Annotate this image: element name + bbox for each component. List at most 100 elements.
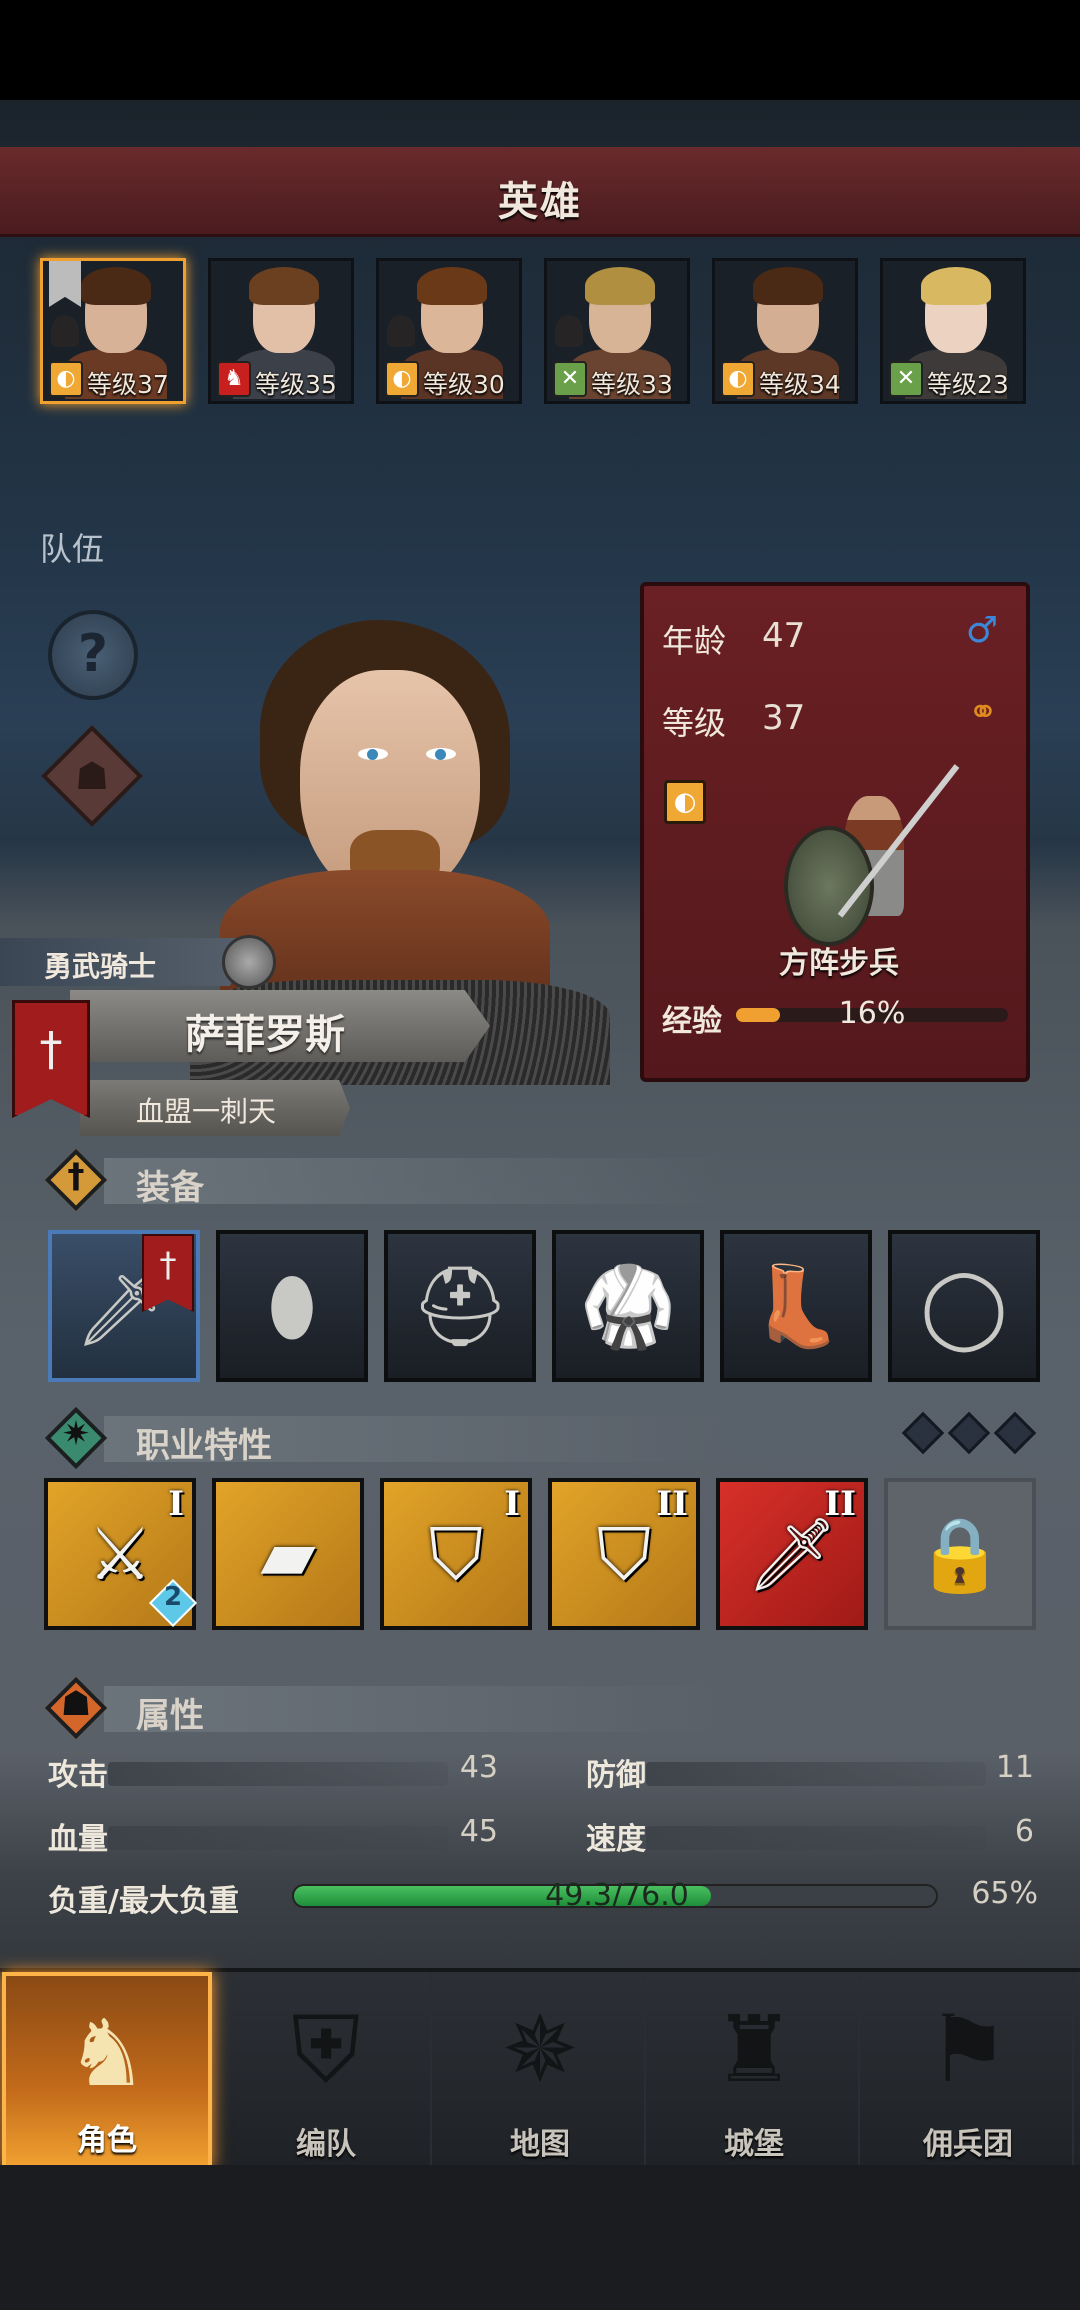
trait-rank: II [656,1484,688,1524]
nav-label: 佣兵团 [923,2127,1013,2162]
hero-title: 勇武骑士 [44,950,157,983]
lock-icon: 🔒 [915,1512,1005,1596]
hero-level: 等级30 [423,370,505,399]
equipment-section-header: † 装备 [44,1148,1044,1212]
guild-banner[interactable]: 血盟一刺天 [80,1080,350,1136]
unit-figure [774,764,974,946]
team-label: 队伍 [40,530,105,568]
shield-icon: ⬮ [267,1262,317,1352]
equipment-slot-shield[interactable]: ⬮ [216,1230,368,1382]
attributes-section-header: ☗ 属性 [44,1676,1044,1740]
hero-card[interactable]: ◐ 等级30 [376,258,522,404]
squad-icon [555,315,583,347]
equipment-slot-helmet[interactable]: ⛑ [384,1230,536,1382]
trait-rank: I [168,1484,184,1524]
nav-label: 地图 [510,2127,570,2162]
nav-icon: ♜ [712,1996,796,2103]
trait-slot-blade[interactable]: ▰ [212,1478,364,1630]
attack-row: 攻击 43 [48,1750,498,1793]
nav-icon: ♞ [65,2000,149,2107]
nav-item-0[interactable]: ♞ 角色 [2,1972,212,2169]
exp-label: 经验 [662,1004,722,1039]
trait-slot-shield-arrow[interactable]: ⛉ I [380,1478,532,1630]
character-icon: ☗ [74,754,110,798]
exp-percent: 16% [838,996,906,1031]
equipment-slot-boots[interactable]: 👢 [720,1230,872,1382]
equipment-slot-sword[interactable]: 🗡 † [48,1230,200,1382]
ring-icon: ◯ [920,1262,1008,1352]
help-button[interactable]: ? [48,610,138,700]
hero-name: 萨菲罗斯 [185,1012,345,1058]
nav-item-4[interactable]: ⚑ 佣兵团 [864,1972,1074,2169]
trait-points [892,1411,1037,1455]
page-title: 英雄 [498,179,582,225]
trait-slot-sword-cursor[interactable]: ⚔ I 2 [44,1478,198,1630]
nav-item-3[interactable]: ♜ 城堡 [650,1972,860,2169]
shield-arrow-icon: ⛉ [428,1512,483,1596]
equipment-slot-armor[interactable]: 🥋 [552,1230,704,1382]
shield-icon: ⛉ [596,1512,651,1596]
hero-level: 等级34 [759,370,841,399]
speed-label: 速度 [586,1822,646,1857]
shield-class-icon: ◐ [385,361,419,397]
trait-slots: ⚔ I 2 ▰ ⛉ I ⛉ II 🗡 II 🔒 [44,1478,1044,1630]
trait-point-icon [993,1411,1037,1455]
trait-point-icon [947,1411,991,1455]
hero-level: 等级37 [87,370,169,399]
hero-card[interactable]: ✕ 等级23 [880,258,1026,404]
armor-icon: 🥋 [579,1262,677,1352]
hero-roster: ◐ 等级37 ♞ 等级35 ◐ 等级30 ✕ 等级33 ◐ 等级34 ✕ 等级23 [40,258,1040,404]
age-value: 47 [762,616,806,656]
hp-label: 血量 [48,1822,108,1857]
speed-row: 速度 6 [586,1814,1034,1857]
bookmark-icon [49,261,81,307]
trait-point-icon [901,1411,945,1455]
header-banner: 英雄 [0,147,1080,237]
hero-title-banner: 勇武骑士 [0,938,250,986]
person-icon: ☗ [44,1676,108,1740]
trait-slot-shield[interactable]: ⛉ II [548,1478,700,1630]
squad-icon [387,315,415,347]
trait-rank: II [824,1484,856,1524]
age-label: 年龄 [662,622,727,660]
bow-class-icon: ✕ [553,361,587,397]
nav-label: 角色 [77,2123,137,2158]
cross-icon: † [44,1148,108,1212]
horse-class-icon: ♞ [217,361,251,397]
gem-count: 2 [163,1582,183,1612]
bottom-navigation: ♞ 角色 ⛨ 编队 ✵ 地图 ♜ 城堡 ⚑ 佣兵团 [0,1968,1080,2169]
defense-value: 11 [995,1750,1034,1785]
trait-slot-lock[interactable]: 🔒 [884,1478,1036,1630]
hp-row: 血量 45 [48,1814,498,1857]
hp-value: 45 [459,1814,498,1849]
hero-level: 等级33 [591,370,673,399]
guild-name: 血盟一刺天 [136,1095,277,1128]
trait-slot-sword-red[interactable]: 🗡 II [716,1478,868,1630]
attributes-title: 属性 [136,1696,204,1736]
equipment-slots: 🗡 † ⬮ ⛑ 🥋 👢 ◯ [48,1230,1040,1382]
hero-stat-panel: 年龄 47 ♂ 等级 37 ⚭ ◐ 方阵步兵 经验 16% [640,582,1030,1082]
ring-icon: ⚭ [967,692,998,733]
helmet-icon: ⛑ [410,1262,510,1352]
hero-card[interactable]: ♞ 等级35 [208,258,354,404]
hero-level: 等级23 [927,370,1009,399]
nav-item-2[interactable]: ✵ 地图 [436,1972,646,2169]
star-icon: ✷ [44,1406,108,1470]
hero-name-banner[interactable]: 萨菲罗斯 [70,990,490,1062]
hero-card[interactable]: ✕ 等级33 [544,258,690,404]
hero-level: 等级35 [255,370,337,399]
defense-row: 防御 11 [586,1750,1034,1793]
hero-card[interactable]: ◐ 等级37 [40,258,186,404]
nav-icon: ✵ [501,1996,579,2103]
level-label: 等级 [662,704,727,742]
nav-item-1[interactable]: ⛨ 编队 [222,1972,432,2169]
title-shield-icon [222,935,276,989]
equipment-slot-ring[interactable]: ◯ [888,1230,1040,1382]
nav-label: 编队 [296,2127,356,2162]
traits-title: 职业特性 [136,1426,272,1466]
hero-card[interactable]: ◐ 等级34 [712,258,858,404]
level-value: 37 [762,698,806,738]
load-value: 49.3/76.0 [545,1878,689,1913]
exp-bar: 16% [736,996,1008,1031]
speed-value: 6 [1014,1814,1034,1849]
